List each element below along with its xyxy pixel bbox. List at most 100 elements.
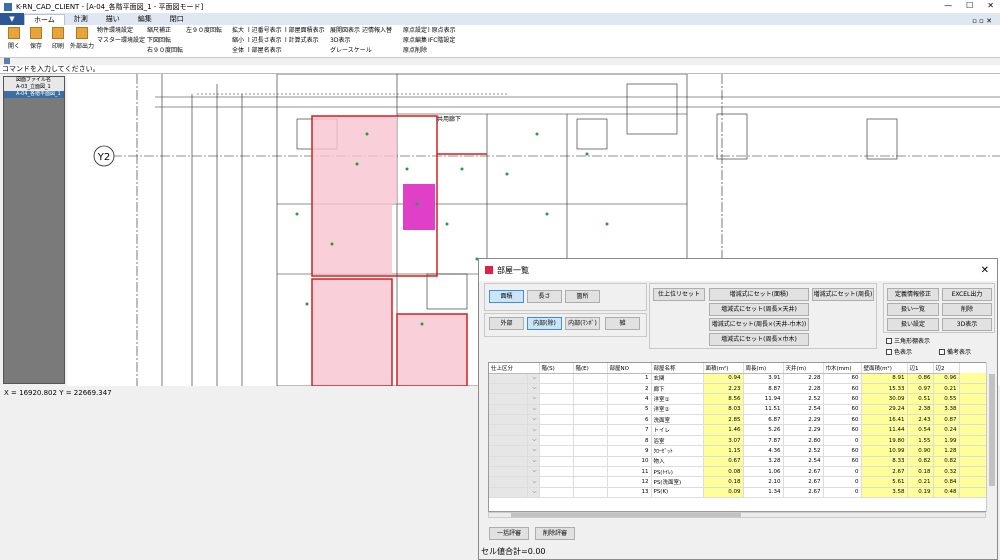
wall-area-cell[interactable]: 29.24 [861, 404, 908, 416]
part-exterior-button[interactable]: 外部 [489, 317, 524, 330]
col-header-edge1[interactable]: 辺1 [907, 363, 934, 374]
remarks-checkbox-box[interactable] [939, 348, 945, 355]
wall-area-cell[interactable]: 15.33 [861, 383, 908, 395]
zoom-out-button[interactable]: 縮小 [232, 36, 244, 46]
triangle-checkbox[interactable]: 三角形棚表示 [886, 336, 930, 345]
edge3-cell[interactable] [959, 373, 990, 384]
area-cell[interactable]: 0.08 [703, 466, 744, 478]
perimeter-cell[interactable]: 6.87 [743, 414, 784, 426]
edge3-cell[interactable] [959, 466, 990, 478]
reset-perimeter-baseboard-button[interactable]: 増減式にセット(周長×巾木) [709, 333, 809, 346]
area-cell[interactable]: 0.09 [703, 487, 744, 499]
formula-toggle[interactable]: ⅼ 計算式表示 [285, 36, 325, 46]
edge1-cell[interactable]: 0.86 [907, 373, 934, 384]
file-item-floorplan[interactable]: A-04_各階平面図_1 [4, 91, 64, 98]
finish-cell[interactable] [489, 476, 528, 488]
col-header-perimeter[interactable]: 周長(m) [743, 363, 784, 374]
wall-area-cell[interactable]: 8.33 [861, 456, 908, 468]
floor-end-cell[interactable] [573, 445, 608, 457]
mode-area-button[interactable]: 面積 [489, 290, 524, 303]
zoom-in-button[interactable]: 拡大 [232, 26, 244, 36]
finish-cell[interactable] [489, 424, 528, 436]
close-button[interactable]: ✕ [987, 1, 994, 10]
edge1-cell[interactable]: 0.54 [907, 424, 934, 436]
export-button[interactable]: 外部出力 [69, 27, 95, 50]
tab-edit[interactable]: 編集 [129, 14, 161, 25]
master-settings-button[interactable]: マスター環境設定 [97, 36, 145, 46]
horizontal-scroll-thumb[interactable] [511, 513, 741, 517]
edge2-cell[interactable]: 1.99 [933, 435, 960, 447]
room-no-cell[interactable]: 8 [607, 435, 652, 447]
room-name-cell[interactable]: 洗面室 [651, 414, 704, 426]
maximize-button[interactable]: ☐ [966, 1, 973, 10]
edge1-cell[interactable]: 0.18 [907, 466, 934, 478]
area-cell[interactable]: 1.15 [703, 445, 744, 457]
room-name-cell[interactable]: 廊下 [651, 383, 704, 395]
delete-review-button[interactable]: 削除評審 [535, 527, 575, 540]
floor-start-cell[interactable] [539, 414, 574, 426]
col-header-floor-start[interactable]: 階(S) [539, 363, 574, 374]
edge2-cell[interactable]: 0.82 [933, 456, 960, 468]
reset-perimeter-ceiling-button[interactable]: 増減式にセット(周長×天井) [709, 303, 809, 316]
edge3-cell[interactable] [959, 487, 990, 499]
edge3-cell[interactable] [959, 456, 990, 468]
baseboard-cell[interactable]: 0 [823, 435, 862, 447]
reset-perimeter-button[interactable]: 増減式にセット(周長) [812, 288, 874, 301]
ceiling-cell[interactable]: 2.54 [783, 404, 824, 416]
floor-start-cell[interactable] [539, 445, 574, 457]
edge2-cell[interactable]: 0.48 [933, 487, 960, 499]
table-row[interactable]: ⌵ 11 PS(ﾄｲﾚ) 0.08 1.06 2.67 0 2.67 0.18 0.32 [489, 466, 990, 478]
finish-cell[interactable] [489, 456, 528, 468]
edge2-cell[interactable]: 0.96 [933, 373, 960, 384]
floor-end-cell[interactable] [573, 466, 608, 478]
edge-length-toggle[interactable]: ⅼ 辺長さ表示 [248, 36, 282, 46]
area-cell[interactable]: 1.46 [703, 424, 744, 436]
floor-start-cell[interactable] [539, 476, 574, 488]
edge2-cell[interactable]: 0.32 [933, 466, 960, 478]
room-no-cell[interactable]: 12 [607, 476, 652, 488]
edge2-cell[interactable]: 0.84 [933, 476, 960, 488]
origin-show-toggle[interactable]: ⅼ 原点表示 [428, 26, 456, 36]
room-name-cell[interactable]: 洋室② [651, 404, 704, 416]
room-no-cell[interactable]: 13 [607, 487, 652, 499]
tab-measure[interactable]: 計測 [65, 14, 97, 25]
ceiling-cell[interactable]: 2.52 [783, 393, 824, 405]
edge3-cell[interactable] [959, 424, 990, 436]
edge1-cell[interactable]: 0.82 [907, 456, 934, 468]
reset-area-button[interactable]: 増減式にセット(面積) [709, 288, 809, 301]
edge2-cell[interactable]: 0.21 [933, 383, 960, 395]
floor-start-cell[interactable] [539, 424, 574, 436]
floor-start-cell[interactable] [539, 466, 574, 478]
floor-start-cell[interactable] [539, 383, 574, 395]
edge3-cell[interactable] [959, 445, 990, 457]
finish-dropdown-icon[interactable]: ⌵ [527, 476, 540, 488]
room-area-toggle[interactable]: ⅼ 部屋面積表示 [285, 26, 325, 36]
room-table[interactable]: 仕上区分 階(S) 階(E) 部屋NO 部屋名称 面積(m²) 周長(m) 天井… [488, 362, 996, 512]
ceiling-cell[interactable]: 2.67 [783, 466, 824, 478]
col-header-room-name[interactable]: 部屋名称 [651, 363, 704, 374]
finish-cell[interactable] [489, 466, 528, 478]
perimeter-cell[interactable]: 5.26 [743, 424, 784, 436]
finish-cell[interactable] [489, 373, 528, 384]
room-name-cell[interactable]: PS(洗面室) [651, 476, 704, 488]
file-item-elevation[interactable]: A-03_立面図_1 [4, 84, 64, 91]
part-misc-button[interactable]: 雑 [605, 317, 640, 330]
table-row[interactable]: ⌵ 1 玄関 0.94 3.91 2.28 60 8.91 0.86 0.96 [489, 373, 990, 384]
color-checkbox-box[interactable] [886, 348, 892, 355]
table-row[interactable]: ⌵ 4 洋室① 8.56 11.94 2.52 60 30.09 0.51 0.55 [489, 393, 990, 405]
floor-end-cell[interactable] [573, 424, 608, 436]
room-name-cell[interactable]: PS(ﾄｲﾚ) [651, 466, 704, 478]
wall-area-cell[interactable]: 2.67 [861, 466, 908, 478]
perimeter-cell[interactable]: 1.06 [743, 466, 784, 478]
origin-delete-button[interactable]: 原点削除 [403, 46, 427, 56]
edge1-cell[interactable]: 1.55 [907, 435, 934, 447]
rotate-left-button[interactable]: 左９０度回転 [186, 26, 222, 36]
edge1-cell[interactable]: 0.19 [907, 487, 934, 499]
edge1-cell[interactable]: 2.38 [907, 404, 934, 416]
triangle-checkbox-box[interactable] [886, 337, 892, 344]
finish-cell[interactable] [489, 445, 528, 457]
area-cell[interactable]: 0.94 [703, 373, 744, 384]
room-no-cell[interactable]: 9 [607, 445, 652, 457]
edge1-cell[interactable]: 0.90 [907, 445, 934, 457]
baseboard-cell[interactable]: 0 [823, 466, 862, 478]
